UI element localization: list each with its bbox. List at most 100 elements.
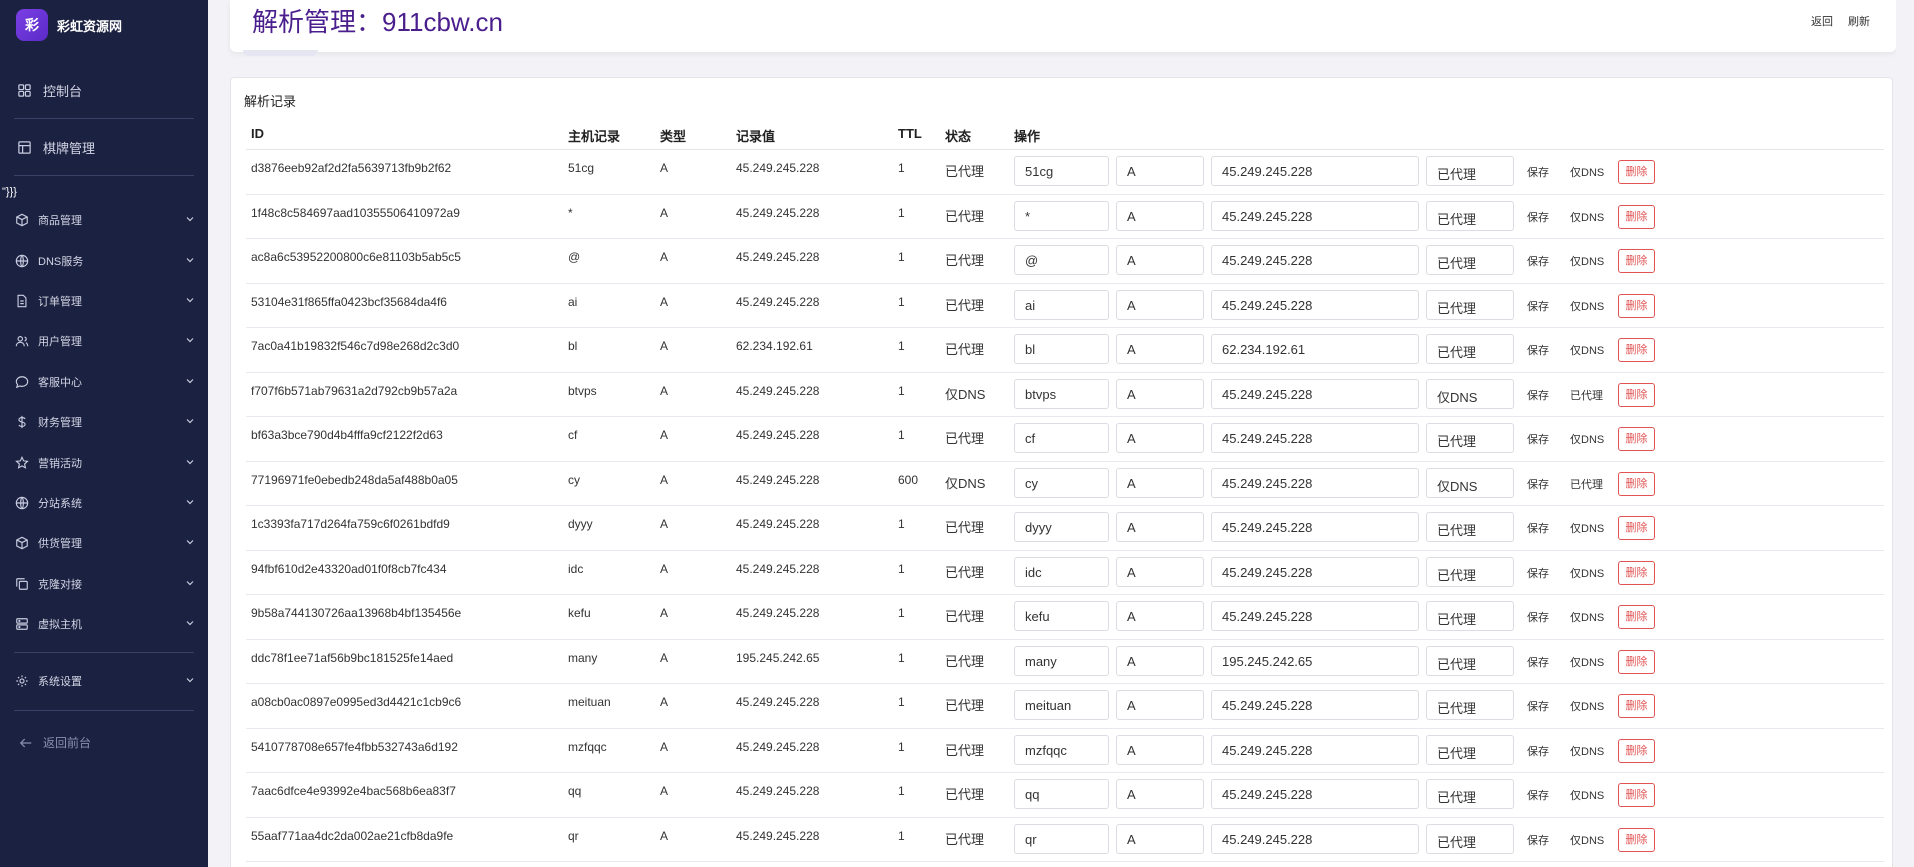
save-button[interactable]: 保存 [1527,565,1549,581]
value-input[interactable]: 45.249.245.228 [1211,200,1419,231]
sidebar-item-dashboard[interactable]: 控制台 [0,70,208,110]
value-input[interactable]: 45.249.245.228 [1211,245,1419,275]
delete-button[interactable]: 删除 [1618,204,1655,229]
host-input[interactable]: mzfqqc [1014,734,1109,765]
type-input[interactable]: A [1116,779,1204,809]
delete-button[interactable]: 删除 [1618,560,1655,585]
host-input[interactable]: qq [1014,779,1109,809]
proxy-toggle-button[interactable]: 仅DNS [1570,654,1604,670]
save-button[interactable]: 保存 [1527,787,1549,803]
sidebar-item-clone[interactable]: 克隆对接 [0,564,208,604]
value-input[interactable]: 45.249.245.228 [1211,734,1419,765]
type-input[interactable]: A [1116,645,1204,676]
save-button[interactable]: 保存 [1527,698,1549,714]
type-input[interactable]: A [1116,378,1204,409]
value-input[interactable]: 45.249.245.228 [1211,467,1419,498]
host-input[interactable]: * [1014,200,1109,231]
type-input[interactable]: A [1116,690,1204,720]
delete-button[interactable]: 删除 [1618,427,1655,451]
status-input[interactable]: 已代理 [1426,245,1514,275]
type-input[interactable]: A [1116,289,1204,320]
host-input[interactable]: cf [1014,423,1109,453]
sidebar-item-support[interactable]: 客服中心 [0,362,208,402]
sidebar-item-dns[interactable]: DNS服务 [0,240,208,280]
status-input[interactable]: 已代理 [1426,823,1514,854]
status-input[interactable]: 已代理 [1426,779,1514,809]
save-button[interactable]: 保存 [1527,342,1549,358]
save-button[interactable]: 保存 [1527,654,1549,670]
sidebar-item-supply[interactable]: 供货管理 [0,523,208,563]
value-input[interactable]: 45.249.245.228 [1211,512,1419,542]
sidebar-item-board[interactable]: 棋牌管理 [0,127,208,167]
status-input[interactable]: 已代理 [1426,690,1514,720]
status-input[interactable]: 仅DNS [1426,378,1514,409]
sidebar-item-finance[interactable]: 财务管理 [0,402,208,442]
sidebar-item-goods[interactable]: 商品管理 [0,200,208,240]
status-input[interactable]: 仅DNS [1426,467,1514,498]
proxy-toggle-button[interactable]: 仅DNS [1570,520,1604,536]
proxy-toggle-button[interactable]: 仅DNS [1570,565,1604,581]
save-button[interactable]: 保存 [1527,209,1549,225]
type-input[interactable]: A [1116,245,1204,275]
status-input[interactable]: 已代理 [1426,556,1514,587]
type-input[interactable]: A [1116,512,1204,542]
value-input[interactable]: 45.249.245.228 [1211,378,1419,409]
refresh-link[interactable]: 刷新 [1848,13,1870,29]
status-input[interactable]: 已代理 [1426,156,1514,186]
host-input[interactable]: idc [1014,556,1109,587]
proxy-toggle-button[interactable]: 仅DNS [1570,164,1604,180]
sidebar-item-users[interactable]: 用户管理 [0,321,208,361]
status-input[interactable]: 已代理 [1426,512,1514,542]
delete-button[interactable]: 删除 [1618,382,1655,407]
value-input[interactable]: 45.249.245.228 [1211,823,1419,854]
host-input[interactable]: ai [1014,289,1109,320]
proxy-toggle-button[interactable]: 仅DNS [1570,743,1604,759]
type-input[interactable]: A [1116,423,1204,453]
save-button[interactable]: 保存 [1527,431,1549,447]
host-input[interactable]: btvps [1014,378,1109,409]
delete-button[interactable]: 删除 [1618,160,1655,184]
host-input[interactable]: @ [1014,245,1109,275]
value-input[interactable]: 62.234.192.61 [1211,334,1419,364]
delete-button[interactable]: 删除 [1618,827,1655,852]
type-input[interactable]: A [1116,467,1204,498]
save-button[interactable]: 保存 [1527,387,1549,403]
brand[interactable]: 彩 彩虹资源网 [0,0,208,50]
save-button[interactable]: 保存 [1527,476,1549,492]
proxy-toggle-button[interactable]: 仅DNS [1570,698,1604,714]
proxy-toggle-button[interactable]: 仅DNS [1570,431,1604,447]
delete-button[interactable]: 删除 [1618,649,1655,674]
back-to-frontend-link[interactable]: 返回前台 [0,723,208,763]
host-input[interactable]: cy [1014,467,1109,498]
type-input[interactable]: A [1116,156,1204,186]
value-input[interactable]: 45.249.245.228 [1211,556,1419,587]
value-input[interactable]: 45.249.245.228 [1211,423,1419,453]
sidebar-item-substation[interactable]: 分站系统 [0,483,208,523]
proxy-toggle-button[interactable]: 仅DNS [1570,832,1604,848]
delete-button[interactable]: 删除 [1618,293,1655,318]
value-input[interactable]: 45.249.245.228 [1211,779,1419,809]
type-input[interactable]: A [1116,823,1204,854]
type-input[interactable]: A [1116,556,1204,587]
save-button[interactable]: 保存 [1527,298,1549,314]
host-input[interactable]: dyyy [1014,512,1109,542]
value-input[interactable]: 45.249.245.228 [1211,601,1419,631]
delete-button[interactable]: 删除 [1618,516,1655,540]
proxy-toggle-button[interactable]: 仅DNS [1570,609,1604,625]
host-input[interactable]: 51cg [1014,156,1109,186]
value-input[interactable]: 45.249.245.228 [1211,289,1419,320]
type-input[interactable]: A [1116,200,1204,231]
host-input[interactable]: kefu [1014,601,1109,631]
proxy-toggle-button[interactable]: 已代理 [1570,387,1603,403]
sidebar-item-marketing[interactable]: 营销活动 [0,442,208,482]
delete-button[interactable]: 删除 [1618,471,1655,496]
delete-button[interactable]: 删除 [1618,338,1655,362]
delete-button[interactable]: 删除 [1618,783,1655,807]
host-input[interactable]: bl [1014,334,1109,364]
save-button[interactable]: 保存 [1527,609,1549,625]
type-input[interactable]: A [1116,334,1204,364]
save-button[interactable]: 保存 [1527,164,1549,180]
value-input[interactable]: 45.249.245.228 [1211,690,1419,720]
value-input[interactable]: 45.249.245.228 [1211,156,1419,186]
back-link[interactable]: 返回 [1811,13,1833,29]
